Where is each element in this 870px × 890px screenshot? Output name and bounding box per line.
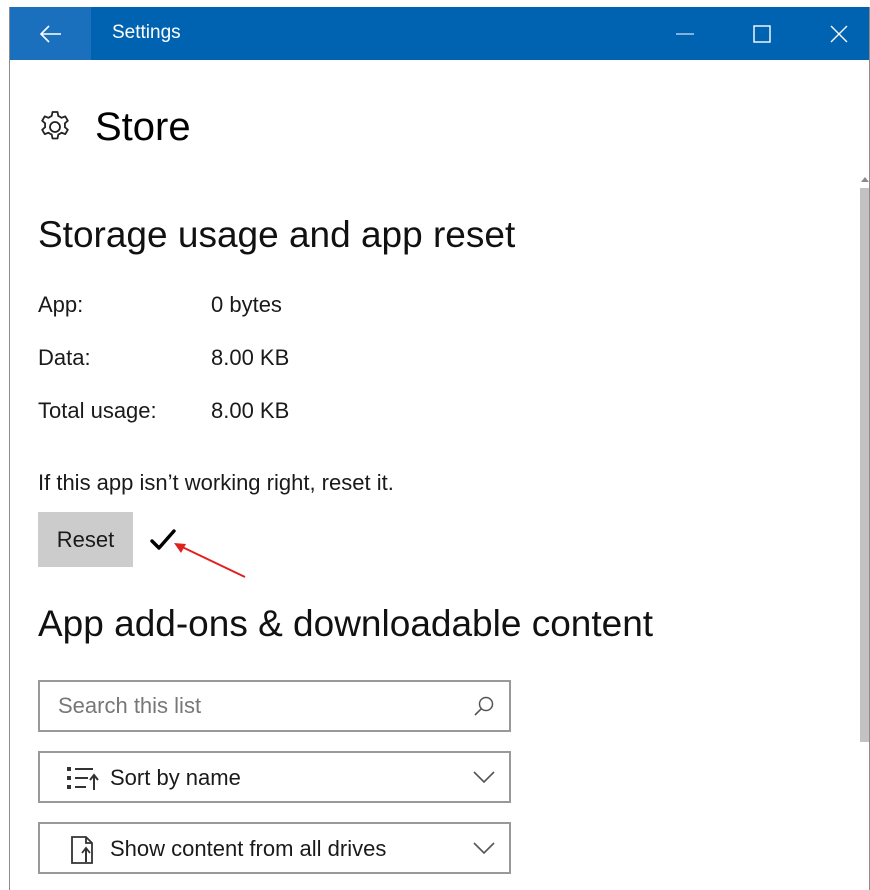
- chevron-down-icon: [473, 771, 495, 784]
- storage-value: 8.00 KB: [211, 398, 290, 423]
- back-button[interactable]: [10, 7, 91, 60]
- storage-label: App:: [38, 292, 84, 317]
- settings-window: Settings Store Storage usage and app res…: [9, 7, 870, 890]
- drives-label: Show content from all drives: [110, 836, 387, 861]
- annotation-arrow-icon: [174, 543, 246, 578]
- arrow-left-icon: [39, 24, 61, 43]
- search-field[interactable]: [38, 680, 511, 732]
- sort-dropdown[interactable]: Sort by name: [38, 751, 511, 803]
- scrollbar-thumb[interactable]: [860, 188, 869, 742]
- reset-hint-text: If this app isn’t working right, reset i…: [38, 470, 394, 495]
- sort-label: Sort by name: [110, 765, 241, 790]
- vertical-scrollbar[interactable]: [859, 172, 869, 890]
- addons-section-title: App add-ons & downloadable content: [38, 603, 654, 644]
- drive-filter-icon: [71, 836, 93, 864]
- storage-label: Data:: [38, 345, 91, 370]
- storage-value: 0 bytes: [211, 292, 282, 317]
- gear-icon: [41, 111, 69, 140]
- chevron-down-icon: [473, 842, 495, 855]
- minimize-button[interactable]: [646, 7, 723, 60]
- scroll-up-button[interactable]: [859, 172, 869, 186]
- window-title: Settings: [112, 22, 181, 43]
- minimize-icon: [675, 32, 694, 35]
- close-button[interactable]: [800, 7, 869, 60]
- page-title: Store: [95, 104, 191, 149]
- storage-value: 8.00 KB: [211, 345, 290, 370]
- storage-section-title: Storage usage and app reset: [38, 214, 516, 255]
- maximize-button[interactable]: [723, 7, 800, 60]
- sort-list-icon: [67, 767, 99, 790]
- close-icon: [830, 25, 847, 42]
- storage-label: Total usage:: [38, 398, 157, 423]
- page-header: Store: [37, 105, 191, 149]
- chevron-up-icon: [860, 177, 869, 182]
- title-bar: Settings: [10, 7, 869, 60]
- search-input[interactable]: [40, 682, 509, 730]
- search-icon[interactable]: [473, 695, 495, 717]
- reset-button[interactable]: Reset: [38, 512, 133, 567]
- maximize-icon: [752, 24, 771, 43]
- drives-dropdown[interactable]: Show content from all drives: [38, 822, 511, 874]
